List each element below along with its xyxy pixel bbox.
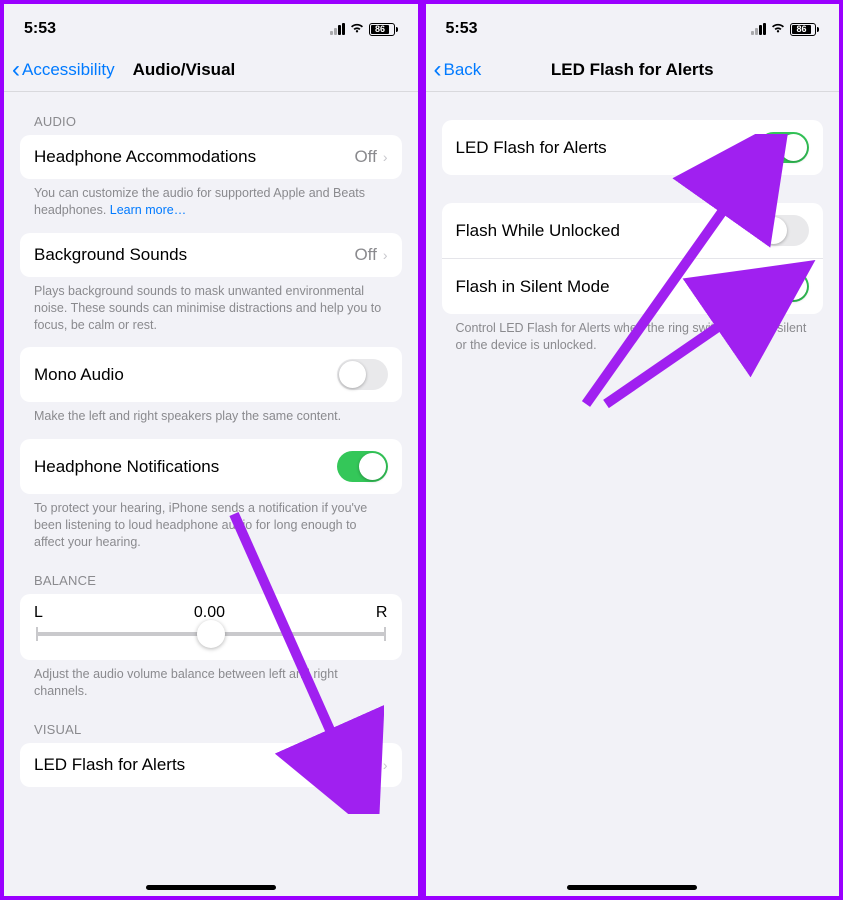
nav-bar: ‹ Accessibility Audio/Visual	[4, 48, 418, 92]
section-header-balance: BALANCE	[4, 551, 418, 594]
section-header-visual: VISUAL	[4, 700, 418, 743]
battery-icon: 86	[790, 23, 819, 36]
footer-bg-sounds: Plays background sounds to mask unwanted…	[4, 277, 418, 334]
toggle-flash-unlocked[interactable]	[758, 215, 809, 246]
row-led-flash[interactable]: LED Flash for Alerts On ›	[20, 743, 402, 787]
footer-headphone-accom: You can customize the audio for supporte…	[4, 179, 418, 219]
back-chevron-icon[interactable]: ‹	[12, 58, 20, 82]
screen-led-flash: 5:53 86 ‹ Back LED Flash for Alerts LED …	[422, 0, 843, 900]
balance-slider-card: L 0.00 R	[20, 594, 402, 660]
wifi-icon	[770, 21, 786, 37]
learn-more-link[interactable]: Learn more…	[110, 203, 186, 217]
slider-thumb[interactable]	[197, 620, 225, 648]
chevron-right-icon: ›	[383, 757, 388, 773]
status-time: 5:53	[24, 20, 56, 38]
footer-mono-audio: Make the left and right speakers play th…	[4, 402, 418, 425]
status-bar: 5:53 86	[4, 4, 418, 48]
footer-led-flash: Control LED Flash for Alerts when the ri…	[426, 314, 840, 354]
toggle-headphone-notifications[interactable]	[337, 451, 388, 482]
balance-l: L	[34, 604, 43, 622]
balance-r: R	[376, 604, 388, 622]
chevron-right-icon: ›	[383, 149, 388, 165]
back-button[interactable]: Accessibility	[22, 60, 115, 80]
home-indicator[interactable]	[567, 885, 697, 890]
footer-headphone-notif: To protect your hearing, iPhone sends a …	[4, 494, 418, 551]
toggle-flash-silent[interactable]	[758, 271, 809, 302]
footer-balance: Adjust the audio volume balance between …	[4, 660, 418, 700]
row-led-flash-toggle: LED Flash for Alerts	[442, 120, 824, 175]
chevron-right-icon: ›	[383, 247, 388, 263]
balance-slider[interactable]	[36, 632, 386, 636]
back-button[interactable]: Back	[444, 60, 482, 80]
cellular-icon	[751, 23, 766, 35]
row-flash-while-unlocked: Flash While Unlocked	[442, 203, 824, 259]
row-mono-audio: Mono Audio	[20, 347, 402, 402]
cellular-icon	[330, 23, 345, 35]
row-headphone-notifications: Headphone Notifications	[20, 439, 402, 494]
back-chevron-icon[interactable]: ‹	[434, 58, 442, 82]
screen-audio-visual: 5:53 86 ‹ Accessibility Audio/Visual AUD…	[0, 0, 422, 900]
nav-bar: ‹ Back LED Flash for Alerts	[426, 48, 840, 92]
toggle-led-flash[interactable]	[758, 132, 809, 163]
status-time: 5:53	[446, 20, 478, 38]
row-flash-silent-mode: Flash in Silent Mode	[442, 259, 824, 314]
toggle-mono-audio[interactable]	[337, 359, 388, 390]
content-scroll[interactable]: LED Flash for Alerts Flash While Unlocke…	[426, 92, 840, 896]
battery-icon: 86	[369, 23, 398, 36]
page-title: LED Flash for Alerts	[551, 60, 714, 80]
wifi-icon	[349, 21, 365, 37]
content-scroll[interactable]: AUDIO Headphone Accommodations Off › You…	[4, 92, 418, 896]
row-headphone-accommodations[interactable]: Headphone Accommodations Off ›	[20, 135, 402, 179]
section-header-audio: AUDIO	[4, 92, 418, 135]
home-indicator[interactable]	[146, 885, 276, 890]
row-background-sounds[interactable]: Background Sounds Off ›	[20, 233, 402, 277]
status-bar: 5:53 86	[426, 4, 840, 48]
page-title: Audio/Visual	[133, 60, 236, 80]
